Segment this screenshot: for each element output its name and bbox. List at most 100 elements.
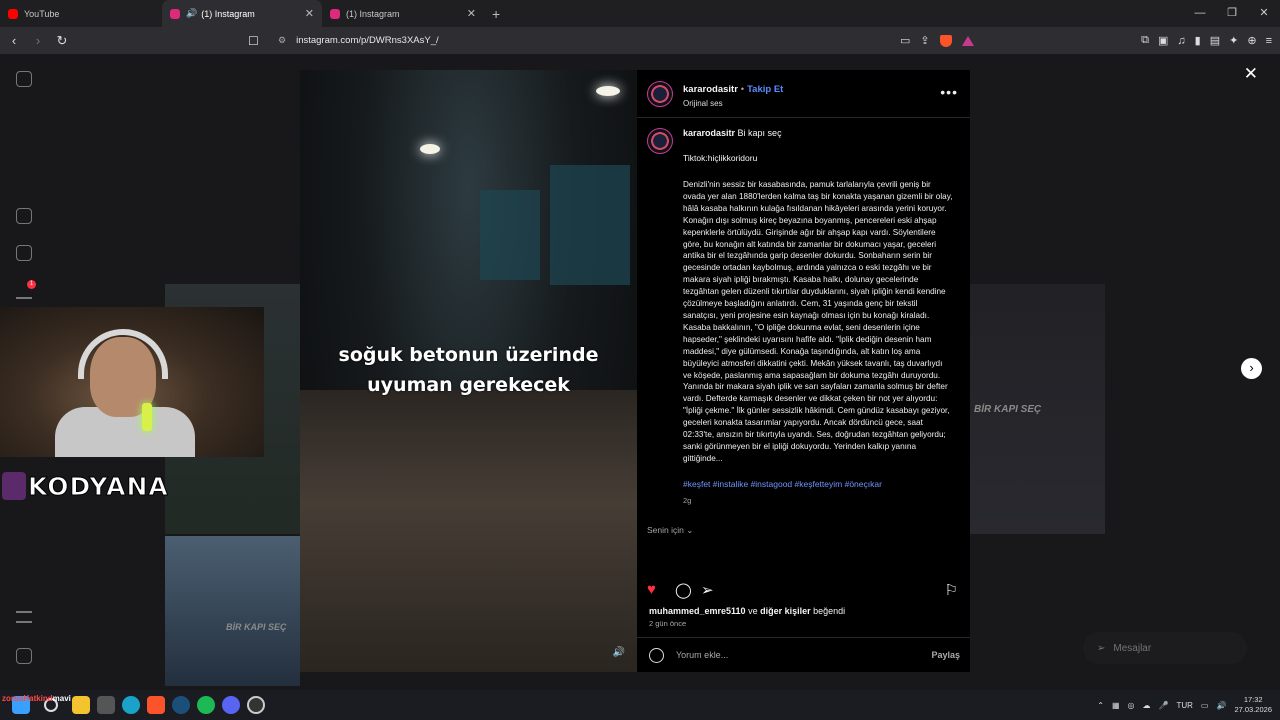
clock[interactable]: 17:32 27.03.2026 xyxy=(1234,695,1272,715)
volume-icon[interactable]: 🔊 xyxy=(613,647,625,658)
brave-rewards-icon[interactable] xyxy=(961,35,974,46)
more-menu-icon[interactable] xyxy=(16,611,32,623)
more-options-icon[interactable]: ••• xyxy=(940,84,958,100)
post-username[interactable]: kararodasitr xyxy=(683,84,738,95)
close-icon[interactable]: ✕ xyxy=(1244,64,1258,84)
microphone-icon[interactable]: 🎤 xyxy=(1159,701,1169,710)
avatar[interactable] xyxy=(647,80,673,107)
file-explorer-icon[interactable] xyxy=(72,696,90,714)
stream-ticker: zoruaHatkindmavi xyxy=(2,694,71,703)
tray-app-icon[interactable]: ▦ xyxy=(1112,701,1120,710)
tab-instagram-active[interactable]: 🔊 (1) Instagram ✕ xyxy=(162,0,322,27)
spotify-icon[interactable] xyxy=(197,696,215,714)
bookmark-icon[interactable]: ☐ xyxy=(248,34,259,48)
reel-video[interactable]: soğuk betonun üzerinde uyuman gerekecek … xyxy=(300,70,637,672)
share-page-icon[interactable]: ⇪ xyxy=(920,34,929,47)
sidebar-icon[interactable]: ▮ xyxy=(1195,34,1201,47)
reel-window xyxy=(480,190,540,280)
caption-username[interactable]: kararodasitr xyxy=(683,128,735,138)
reel-window xyxy=(550,165,630,285)
keyboard-language[interactable]: TUR xyxy=(1176,701,1192,710)
for-you-toggle[interactable]: Senin için ⌄ xyxy=(647,525,960,536)
tray-chevron-icon[interactable]: ⌃ xyxy=(1097,701,1104,710)
tab-label: (1) Instagram xyxy=(201,8,255,19)
tab-label: YouTube xyxy=(24,8,60,19)
obs-icon[interactable] xyxy=(247,696,265,714)
tab-youtube[interactable]: YouTube xyxy=(0,0,162,27)
forward-icon[interactable]: › xyxy=(28,33,48,48)
window-close-icon[interactable]: ✕ xyxy=(1248,0,1280,27)
avatar[interactable] xyxy=(647,128,673,154)
tray-app-icon[interactable]: ☁ xyxy=(1143,701,1151,710)
streamer-name: KODYANA xyxy=(28,471,169,501)
url-bar[interactable]: ⚙ instagram.com/p/DWRns3XAsY_/ xyxy=(270,30,990,51)
post-panel: kararodasitr • Takip Et Orijinal ses ••• k… xyxy=(637,70,970,672)
webcam-lamp xyxy=(142,403,152,431)
home-icon[interactable] xyxy=(16,208,32,224)
comment-input[interactable] xyxy=(676,650,906,660)
menu-icon[interactable]: ≡ xyxy=(1266,35,1272,47)
reel-floor xyxy=(300,390,637,672)
post-time: 2 gün önce xyxy=(649,619,687,628)
app-icon[interactable] xyxy=(97,696,115,714)
tray-app-icon[interactable]: ◎ xyxy=(1128,701,1135,710)
media-icon[interactable]: ♫ xyxy=(1177,35,1185,47)
steam-icon[interactable] xyxy=(172,696,190,714)
caption-age: 2g xyxy=(683,495,692,505)
url-text: instagram.com/p/DWRns3XAsY_/ xyxy=(296,35,439,46)
browser-tab-bar: YouTube 🔊 (1) Instagram ✕ (1) Instagram … xyxy=(0,0,1280,27)
liked-user[interactable]: muhammed_emre5110 xyxy=(649,606,746,616)
share-icon[interactable]: ➢ xyxy=(701,581,714,599)
volume-icon[interactable]: 🔊 xyxy=(1216,701,1226,710)
liked-others[interactable]: diğer kişiler xyxy=(760,606,811,616)
close-tab-icon[interactable]: ✕ xyxy=(305,7,314,20)
vpn-icon[interactable]: ⊕ xyxy=(1247,34,1256,47)
liked-suffix: beğendi xyxy=(810,606,846,616)
post-header: kararodasitr • Takip Et Orijinal ses ••• xyxy=(637,70,970,118)
like-heart-icon[interactable]: ♥ xyxy=(647,581,656,598)
wallet-icon[interactable]: ▤ xyxy=(1210,34,1220,47)
discord-icon[interactable] xyxy=(222,696,240,714)
caption-tiktok: Tiktok:hiçlikkoridoru xyxy=(683,153,758,163)
site-settings-icon[interactable]: ⚙ xyxy=(278,35,286,46)
cast-icon[interactable]: ▭ xyxy=(900,34,910,47)
streamer-logo xyxy=(2,472,26,500)
reels-icon[interactable] xyxy=(16,245,32,261)
edge-icon[interactable] xyxy=(122,696,140,714)
new-tab-icon[interactable]: + xyxy=(492,6,500,22)
comment-icon[interactable]: ◯ xyxy=(675,581,692,599)
close-tab-icon[interactable]: ✕ xyxy=(467,7,476,20)
audio-label[interactable]: Orijinal ses xyxy=(683,99,783,108)
save-icon[interactable]: ⚐ xyxy=(945,581,958,599)
bg-label: BİR KAPI SEÇ xyxy=(226,622,287,632)
meta-apps-icon[interactable] xyxy=(16,648,32,664)
speaker-icon[interactable]: 🔊 xyxy=(186,8,197,19)
post-comment-button[interactable]: Paylaş xyxy=(931,650,960,660)
caption-hashtags[interactable]: #keşfet #instalike #instagood #keşfettey… xyxy=(683,479,953,489)
screenshot-icon[interactable]: ▣ xyxy=(1158,34,1168,47)
tab-label: (1) Instagram xyxy=(346,8,400,19)
reel-caption-line1: soğuk betonun üzerinde xyxy=(338,344,599,366)
address-toolbar: ‹ › ↻ ☐ ⚙ instagram.com/p/DWRns3XAsY_/ ▭… xyxy=(0,27,1280,54)
messages-button[interactable]: ➢ Mesajlar xyxy=(1083,632,1247,664)
page-viewport: BİR KAPI SEÇ BİR KAPI SEÇ 1 KODYANA soğu… xyxy=(0,54,1280,690)
caption-area: kararodasitr Bi kapı seç Tiktok:hiçlikko… xyxy=(637,118,970,573)
reload-icon[interactable]: ↻ xyxy=(52,33,72,49)
maximize-icon[interactable]: ❐ xyxy=(1216,0,1248,27)
follow-button[interactable]: Takip Et xyxy=(747,84,783,95)
next-post-button[interactable]: › xyxy=(1241,358,1262,379)
extensions-icon[interactable]: ⧉ xyxy=(1141,34,1149,47)
brave-shield-icon[interactable] xyxy=(939,34,952,47)
for-you-label: Senin için xyxy=(647,524,684,535)
minimize-icon[interactable]: — xyxy=(1184,0,1216,27)
brave-icon[interactable] xyxy=(147,696,165,714)
leo-icon[interactable]: ✦ xyxy=(1229,34,1238,47)
network-icon[interactable]: ▭ xyxy=(1201,701,1209,710)
instagram-logo-icon[interactable] xyxy=(16,71,32,87)
emoji-icon[interactable] xyxy=(649,647,664,663)
youtube-icon xyxy=(8,8,18,19)
url-actions: ▭ ⇪ xyxy=(900,27,974,54)
stream-prefix: zoruaHatkind xyxy=(2,694,53,703)
tab-instagram[interactable]: (1) Instagram ✕ xyxy=(322,0,484,27)
back-icon[interactable]: ‹ xyxy=(4,33,24,48)
